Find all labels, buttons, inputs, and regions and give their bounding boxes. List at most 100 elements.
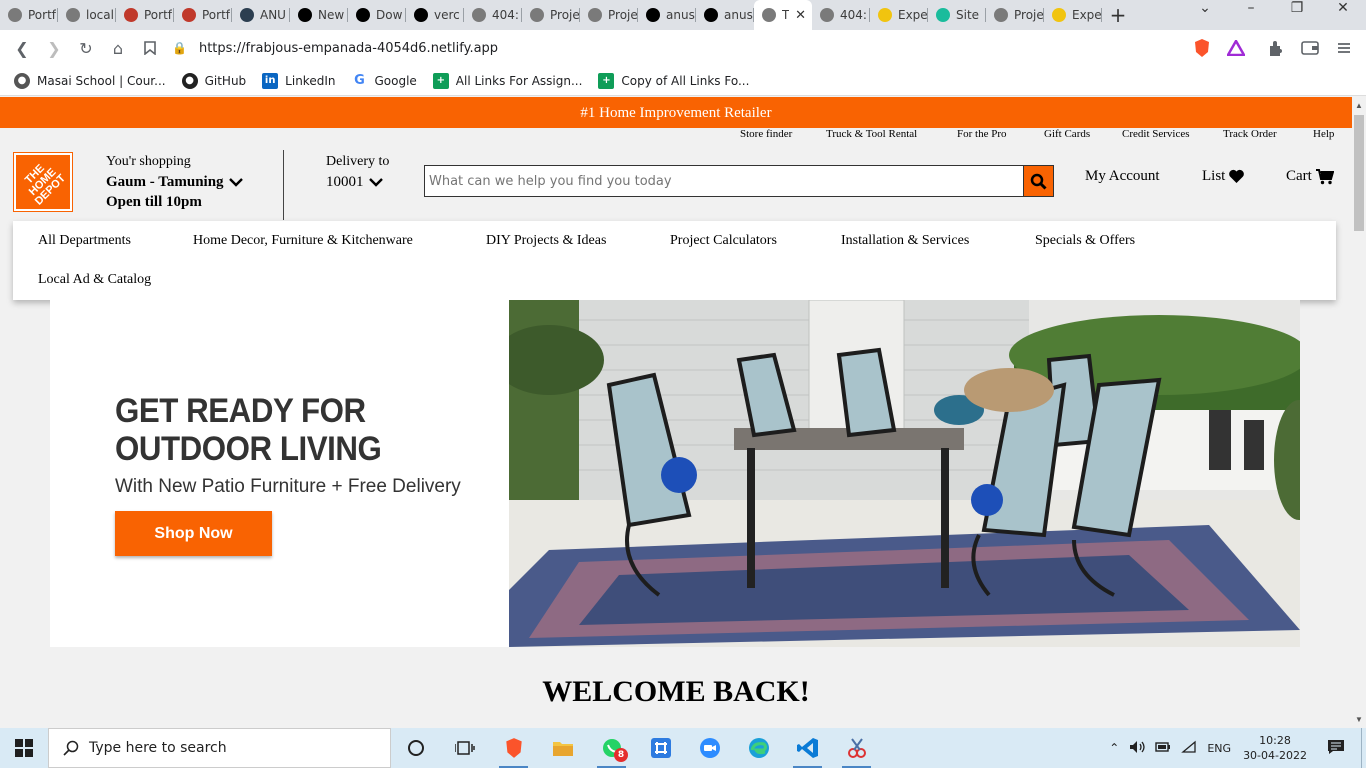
dept-installation-services[interactable]: Installation & Services [841,233,969,249]
dept-local-ad-catalog[interactable]: Local Ad & Catalog [38,272,151,288]
menu-icon[interactable] [1332,36,1356,60]
home-button[interactable]: ⌂ [102,32,134,64]
dept-home-decor[interactable]: Home Decor, Furniture & Kitchenware [193,233,413,249]
minimize-button[interactable]: – [1228,0,1274,30]
dept-project-calculators[interactable]: Project Calculators [670,233,777,249]
browser-tab[interactable]: T ✕ [754,0,812,30]
extensions-icon[interactable] [1264,36,1288,60]
cortana-button[interactable] [391,728,440,768]
language-indicator[interactable]: ENG [1207,742,1231,755]
browser-tab[interactable]: Portf [174,0,232,30]
favicon-icon [530,8,544,22]
browser-tab[interactable]: Proje [986,0,1044,30]
browser-tab[interactable]: 404: [464,0,522,30]
browser-tab[interactable]: anus [638,0,696,30]
util-for-the-pro[interactable]: For the Pro [957,128,1007,140]
list-link[interactable]: List [1202,168,1245,185]
scroll-thumb[interactable] [1354,115,1364,231]
taskbar-whatsapp[interactable]: 8 [587,728,636,768]
taskbar-brave[interactable] [489,728,538,768]
brave-icon [505,738,522,758]
bookmark-item[interactable]: G Google [351,73,417,89]
notifications-icon[interactable] [1327,739,1345,758]
taskbar-zoom[interactable] [685,728,734,768]
browser-tab[interactable]: local [58,0,116,30]
delivery-selector[interactable]: Delivery to 10001 [326,152,389,192]
browser-tab[interactable]: verc [406,0,464,30]
task-view-button[interactable] [440,728,489,768]
windows-start-button[interactable] [0,728,48,768]
bookmark-item[interactable]: ● GitHub [181,72,246,89]
bookmark-item[interactable]: + Copy of All Links Fo... [598,72,749,89]
dept-specials-offers[interactable]: Specials & Offers [1035,233,1135,249]
linkedin-icon: in [262,72,279,89]
util-truck-tool-rental[interactable]: Truck & Tool Rental [826,128,917,140]
my-account-link[interactable]: My Account [1085,168,1160,185]
speaker-icon[interactable] [1129,740,1146,757]
brave-rewards-icon[interactable] [1224,36,1248,60]
util-store-finder[interactable]: Store finder [740,128,792,140]
shop-now-button[interactable]: Shop Now [115,511,272,556]
new-tab-button[interactable]: + [1102,3,1134,27]
forward-button[interactable]: ❯ [38,32,70,64]
battery-icon[interactable] [1155,741,1171,756]
taskbar-edge[interactable] [734,728,783,768]
restore-button[interactable]: ❐ [1274,0,1320,30]
store-selector[interactable]: You'r shopping Gaum - Tamuning Open till… [106,152,244,213]
tab-search-chevron-icon[interactable]: ⌄ [1182,0,1228,30]
reload-button[interactable]: ↻ [70,32,102,64]
favicon-icon [994,8,1008,22]
browser-tab[interactable]: Dow [348,0,406,30]
taskbar-slack[interactable] [636,728,685,768]
util-help[interactable]: Help [1313,128,1334,140]
browser-tab[interactable]: Proje [580,0,638,30]
dept-all-departments[interactable]: All Departments [38,233,131,249]
home-depot-logo[interactable]: THE HOME DEPOT [13,152,73,212]
tab-label: Expe [898,8,928,22]
taskbar: Type here to search 8 ⌃ ENG 10:28 30-04-… [0,728,1366,768]
search-icon [63,740,79,756]
clock[interactable]: 10:28 30-04-2022 [1243,733,1307,763]
bookmark-item[interactable]: in LinkedIn [262,72,335,89]
util-gift-cards[interactable]: Gift Cards [1044,128,1090,140]
browser-tab[interactable]: Expe [870,0,928,30]
bookmark-item[interactable]: ● Masai School | Cour... [14,72,166,89]
browser-tab[interactable]: Portf [116,0,174,30]
slack-icon [650,738,671,758]
cart-link[interactable]: Cart [1286,168,1334,185]
browser-tab[interactable]: anus [696,0,754,30]
bookmark-button[interactable] [134,32,166,64]
browser-tab[interactable]: Expe [1044,0,1102,30]
wallet-icon[interactable] [1298,36,1322,60]
util-track-order[interactable]: Track Order [1223,128,1277,140]
bookmark-item[interactable]: + All Links For Assign... [432,72,582,89]
browser-tab[interactable]: Portf [0,0,58,30]
show-desktop-button[interactable] [1361,728,1366,768]
department-nav: All Departments Home Decor, Furniture & … [13,221,1336,300]
browser-tab[interactable]: Proje [522,0,580,30]
browser-tab[interactable]: Site [928,0,986,30]
util-credit-services[interactable]: Credit Services [1122,128,1190,140]
brave-shields-icon[interactable] [1190,36,1214,60]
hero-banner[interactable]: GET READY FOR OUTDOOR LIVING With New Pa… [50,300,1300,647]
tab-label: ANU [260,8,286,22]
scroll-down-arrow-icon[interactable]: ▼ [1355,715,1363,724]
show-hidden-icons-chevron-icon[interactable]: ⌃ [1109,741,1119,755]
taskbar-search[interactable]: Type here to search [48,728,391,768]
browser-tab[interactable]: New [290,0,348,30]
close-window-button[interactable]: ✕ [1320,0,1366,30]
search-button[interactable] [1023,166,1053,196]
back-button[interactable]: ❮ [6,32,38,64]
taskbar-file-explorer[interactable] [538,728,587,768]
scroll-up-arrow-icon[interactable]: ▲ [1355,101,1363,110]
taskbar-vscode[interactable] [783,728,832,768]
search-input[interactable] [425,166,1023,196]
close-tab-icon[interactable]: ✕ [795,8,806,23]
dept-diy-projects[interactable]: DIY Projects & Ideas [486,233,606,249]
browser-tab[interactable]: 404: [812,0,870,30]
browser-tab[interactable]: ANU [232,0,290,30]
wifi-icon[interactable] [1181,740,1197,757]
page-scrollbar[interactable]: ▲ ▼ [1352,97,1366,728]
taskbar-snipping-tool[interactable] [832,728,881,768]
address-bar[interactable]: 🔒 https://frabjous-empanada-4054d6.netli… [172,34,1182,62]
